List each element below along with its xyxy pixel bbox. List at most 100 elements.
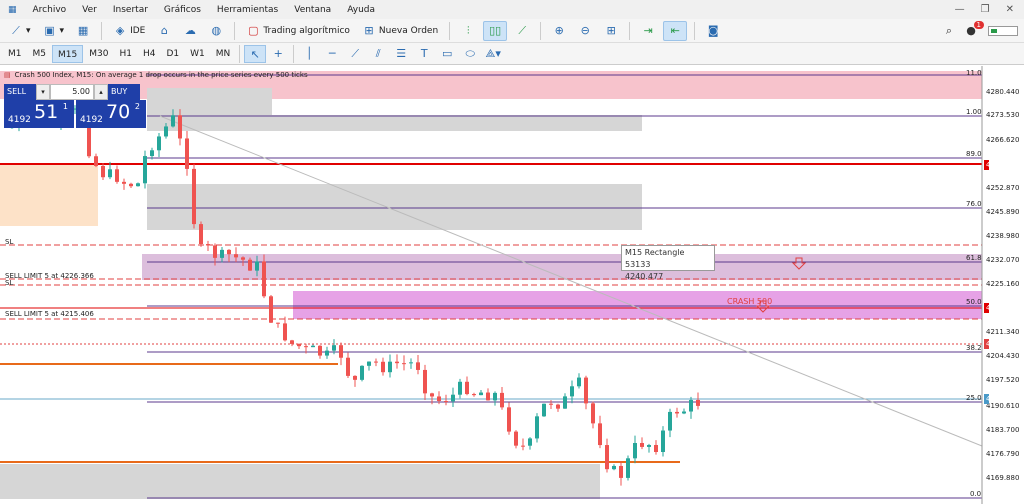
tf-h1[interactable]: H1 [114, 45, 137, 63]
shapes-tool[interactable]: ⟁▾ [482, 45, 504, 63]
vertical-line-tool[interactable]: │ [298, 45, 320, 63]
candle-body [556, 404, 560, 409]
tf-m30[interactable]: M30 [84, 45, 113, 63]
rectangle-icon: ▭ [442, 46, 453, 60]
vps-button[interactable]: ◍ [205, 21, 227, 41]
sell-button[interactable]: SELL [4, 84, 36, 100]
globe-icon: ◍ [211, 23, 222, 37]
chart-shift-button[interactable]: ⇤ [663, 20, 688, 41]
tf-mn[interactable]: MN [211, 45, 236, 63]
fib-level-50: 50.0 [966, 298, 982, 306]
buy-price-box[interactable]: 4192 70 2 [76, 100, 146, 128]
tf-w1[interactable]: W1 [185, 45, 210, 63]
cloud-button[interactable]: ☁ [179, 21, 201, 41]
candle-body [360, 365, 364, 380]
tf-m5[interactable]: M5 [28, 45, 52, 63]
menu-insertar[interactable]: Insertar [105, 5, 156, 15]
candle-body [283, 323, 287, 341]
text-tool[interactable]: T [413, 45, 435, 63]
chart-info-text: Crash 500 Index, M15: On average 1 drop … [14, 71, 308, 79]
candle-body [248, 259, 252, 271]
rectangle-53133[interactable] [142, 254, 982, 280]
trendline-tool[interactable]: ⟋ [344, 45, 366, 63]
screenshot-button[interactable]: ◙ [702, 21, 724, 41]
app-icon[interactable]: ▦ [0, 5, 25, 15]
close-icon[interactable]: ✕ [1006, 4, 1014, 15]
profiles-button[interactable]: ▦ [72, 21, 94, 41]
sell-limit-label-1[interactable]: SELL LIMIT 5 at 4226.366 [5, 272, 94, 280]
candle-body [101, 165, 105, 178]
separator [449, 21, 451, 40]
algo-trading-button[interactable]: ▢ Trading algorítmico [242, 21, 354, 41]
zoom-out-button[interactable]: ⊖ [574, 21, 596, 41]
volume-down-button[interactable]: ▾ [36, 84, 50, 100]
zoom-in-button[interactable]: ⊕ [548, 21, 570, 41]
line-button[interactable]: ⟋ [511, 21, 533, 41]
candle-body [528, 438, 532, 446]
candle-body [332, 345, 336, 351]
candle-body [500, 392, 504, 408]
buy-button[interactable]: BUY [108, 84, 140, 100]
candles-button[interactable]: ▯▯ [483, 20, 508, 41]
tf-h4[interactable]: H4 [138, 45, 161, 63]
candle-body [451, 394, 455, 402]
ide-button[interactable]: ◈ IDE [109, 21, 149, 41]
chart-type-button[interactable]: ⟋ ▾ [5, 21, 35, 41]
notifications-button[interactable]: ● 1 [964, 20, 984, 38]
new-order-button[interactable]: ⊞ Nueva Orden [358, 21, 442, 41]
candle-body [640, 443, 644, 447]
candle-body [241, 257, 245, 260]
tf-m15[interactable]: M15 [52, 44, 84, 63]
tooltip-line-2: 4240.477 [625, 272, 664, 281]
menu-ventana[interactable]: Ventana [286, 5, 339, 15]
chart-canvas[interactable] [0, 66, 1024, 504]
search-icon[interactable]: ⌕ [942, 24, 956, 38]
line-chart-icon: ⟋ [12, 23, 20, 37]
candle-body [647, 444, 651, 447]
fib-level-76: 76.0 [966, 200, 982, 208]
ellipse-tool[interactable]: ⬭ [459, 45, 481, 63]
channel-tool[interactable]: ⫽ [367, 45, 389, 63]
volume-up-button[interactable]: ▴ [94, 84, 108, 100]
bank-icon: ⌂ [160, 23, 168, 37]
crosshair-icon: + [273, 46, 283, 60]
market-button[interactable]: ⌂ [153, 21, 175, 41]
tf-m1[interactable]: M1 [3, 45, 27, 63]
sell-price-box[interactable]: 4192 51 1 [4, 100, 74, 128]
price-axis-label: 4225.160 [986, 280, 1020, 288]
menu-herramientas[interactable]: Herramientas [209, 5, 286, 15]
chart-list-icon[interactable]: ▤ [4, 71, 11, 79]
candle-body [633, 443, 637, 459]
volume-input[interactable]: 5.00 [50, 84, 94, 100]
toggle-switch[interactable] [988, 25, 1018, 36]
menu-ayuda[interactable]: Ayuda [339, 5, 383, 15]
separator [694, 21, 696, 40]
price-chart[interactable]: ▤ Crash 500 Index, M15: On average 1 dro… [0, 66, 1024, 504]
restore-icon[interactable]: ❐ [981, 4, 990, 15]
fib-level-618: 61.8 [966, 254, 982, 262]
trend-line[interactable] [159, 115, 983, 447]
candle-body [115, 169, 119, 182]
menu-graficos[interactable]: Gráficos [156, 5, 209, 15]
fibonacci-tool[interactable]: ☰ [390, 45, 412, 63]
tf-d1[interactable]: D1 [161, 45, 184, 63]
new-chart-button[interactable]: ▣ ▾ [39, 21, 69, 41]
tile-button[interactable]: ⊞ [600, 21, 622, 41]
cursor-tool[interactable]: ↖ [244, 44, 267, 63]
candle-body [192, 168, 196, 225]
rectangle-tool[interactable]: ▭ [436, 45, 458, 63]
horizontal-line-tool[interactable]: ─ [321, 45, 343, 63]
minimize-icon[interactable]: — [955, 4, 965, 15]
candle-body [626, 458, 630, 478]
candle-body [479, 392, 483, 396]
candle-body [472, 394, 476, 396]
candle-body [108, 169, 112, 178]
autoscroll-button[interactable]: ⇥ [637, 21, 659, 41]
menu-ver[interactable]: Ver [74, 5, 105, 15]
sell-limit-label-2[interactable]: SELL LIMIT 5 at 4215.406 [5, 310, 94, 318]
chart-window-icon: ▣ [44, 23, 55, 37]
sl-label-2: SL [5, 279, 14, 287]
bar-chart-button[interactable]: ⫶ [457, 21, 479, 41]
menu-archivo[interactable]: Archivo [25, 5, 75, 15]
crosshair-tool[interactable]: + [267, 45, 289, 63]
